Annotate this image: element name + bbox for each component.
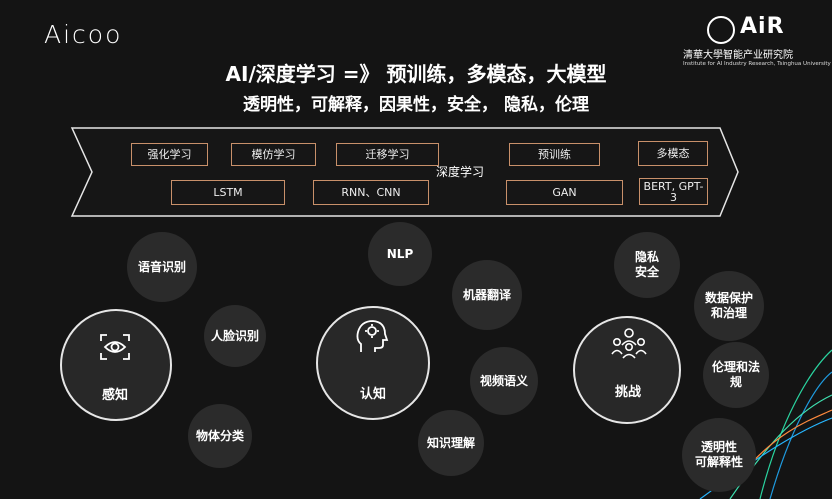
tsinghua-seal-icon [707,16,735,44]
cognition-label: 认知 [360,387,387,402]
bubble-speech-recognition: 语音识别 [127,232,197,302]
bubble-machine-translation: 机器翻译 [452,260,522,330]
air-logo: AiR [740,14,785,39]
perception-hub [60,309,172,421]
box-lstm: LSTM [171,180,285,205]
bubble-label: 伦理和法 规 [711,360,760,389]
box-transfer-learning: 迁移学习 [336,143,439,166]
bubble-label: NLP [386,246,414,261]
bubble-label: 人脸识别 [210,328,259,343]
bubble-label: 视频语义 [479,373,528,388]
eye-scan-icon [100,334,130,360]
page-subtitle: 透明性，可解释，因果性，安全， 隐私，伦理 [243,95,589,115]
bubble-label: 物体分类 [195,428,244,443]
bubble-knowledge-understanding: 知识理解 [418,410,484,476]
box-imitation-learning: 模仿学习 [231,143,316,166]
bubble-label: 透明性 可解释性 [694,440,743,469]
box-bert-gpt3: BERT, GPT-3 [639,178,708,205]
bubble-object-classification: 物体分类 [188,404,252,468]
bubble-label: 数据保护 和治理 [704,291,753,320]
team-icon [611,328,647,359]
bubble-privacy-security: 隐私 安全 [614,232,680,298]
bubble-label: 语音识别 [137,259,186,274]
bubble-label: 隐私 安全 [634,250,659,279]
aicoo-logo: Aicoo [44,20,123,49]
box-rnn-cnn: RNN、CNN [313,180,429,205]
box-multimodal: 多模态 [638,141,708,166]
page-title: AI/深度学习 =》 预训练，多模态，大模型 [225,62,607,86]
perception-label: 感知 [102,388,129,403]
bubble-label: 知识理解 [426,435,475,450]
challenge-label: 挑战 [615,385,642,400]
box-pretraining: 预训练 [509,143,600,166]
box-gan: GAN [506,180,623,205]
bubble-transparency: 透明性 可解释性 [682,418,756,492]
bubble-face-recognition: 人脸识别 [204,305,266,367]
brain-head-icon [356,320,389,352]
deep-learning-label: 深度学习 [436,165,485,179]
bubble-ethics-law: 伦理和法 规 [703,342,769,408]
box-reinforcement-learning: 强化学习 [131,143,208,166]
bubble-data-protection: 数据保护 和治理 [694,271,764,341]
bubble-video-semantics: 视频语义 [470,347,538,415]
bubble-label: 机器翻译 [462,287,511,302]
bubble-nlp: NLP [368,222,432,286]
